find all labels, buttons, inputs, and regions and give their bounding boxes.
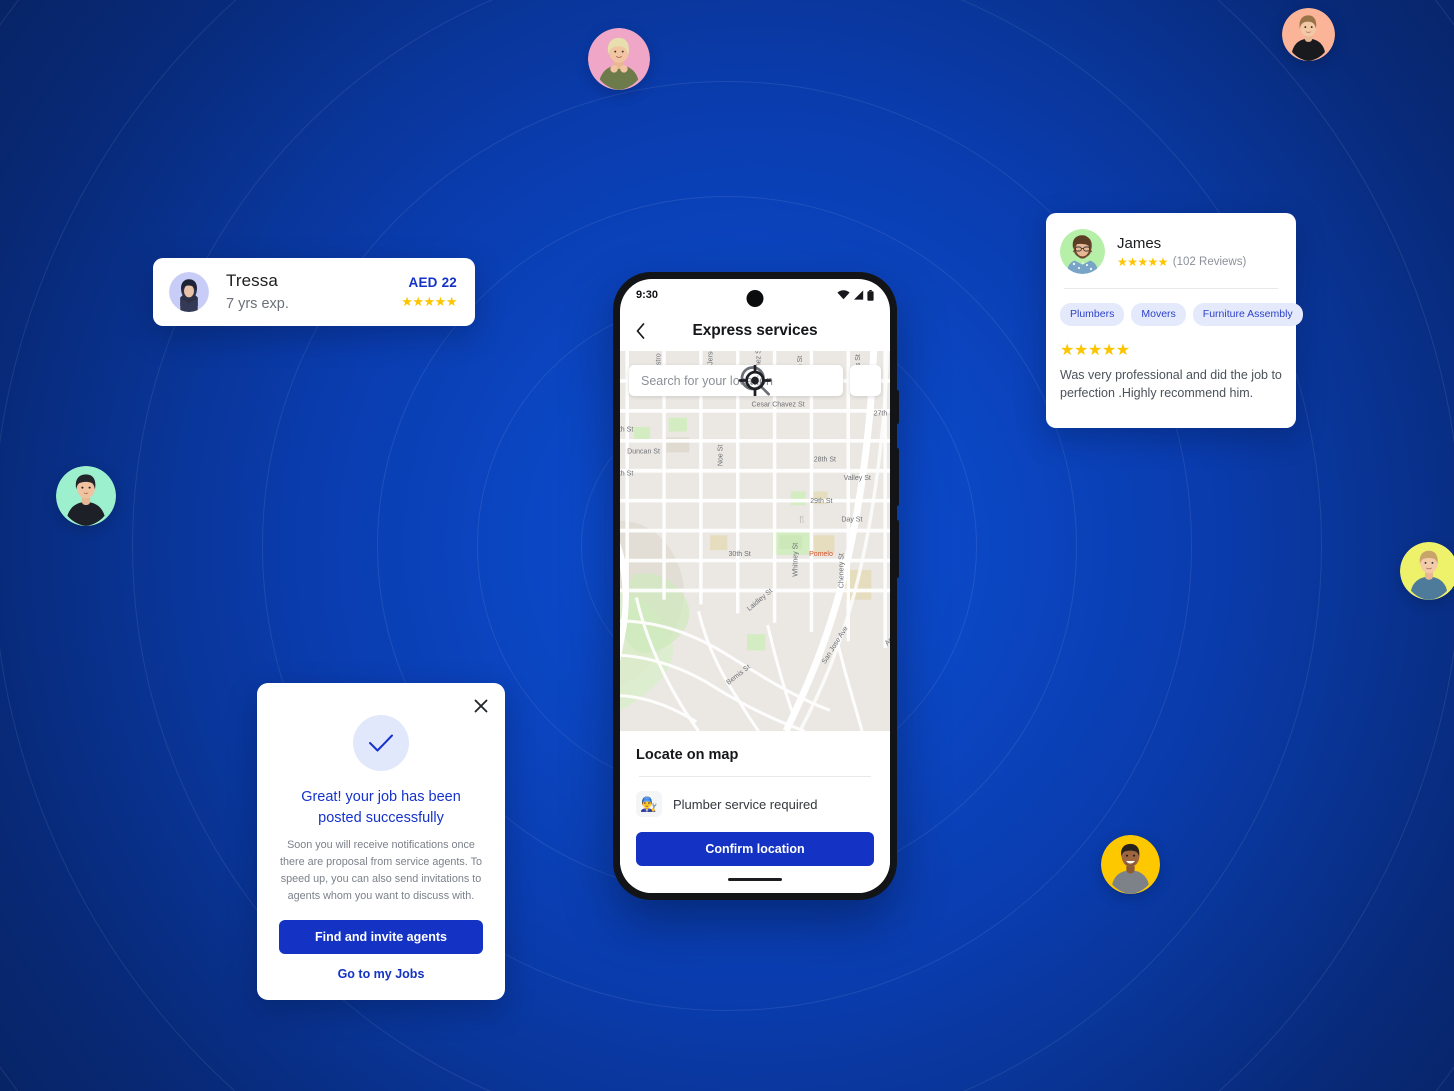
check-icon	[353, 715, 409, 771]
avatar-image	[1101, 835, 1160, 894]
avatar-mid-left	[56, 466, 116, 526]
svg-text:29th St: 29th St	[810, 498, 832, 505]
category-chip[interactable]: Movers	[1131, 303, 1186, 326]
agent-card[interactable]: Tressa 7 yrs exp. AED 22 ★★★★★	[153, 258, 475, 326]
agent-price: AED 22	[408, 274, 457, 290]
reviewer-stars: ★★★★★	[1117, 254, 1168, 269]
status-bar-time: 9:30	[636, 289, 659, 301]
reviewer-review-count: (102 Reviews)	[1172, 255, 1247, 268]
wifi-icon	[837, 290, 850, 300]
divider	[1064, 288, 1278, 289]
map-canvas: h St Jersey St Cesar Chavez St 27th St D…	[620, 351, 890, 731]
svg-text:Cesar Chavez St: Cesar Chavez St	[752, 401, 805, 408]
service-row: 👨‍🔧 Plumber service required	[636, 791, 874, 817]
avatar-right-edge	[1400, 542, 1454, 600]
svg-text:Pomelo: Pomelo	[809, 551, 833, 558]
home-indicator[interactable]	[728, 878, 782, 881]
agent-name: Tressa	[226, 270, 278, 290]
avatar-image	[1400, 542, 1454, 600]
battery-icon	[867, 289, 874, 301]
svg-text:Day St: Day St	[841, 516, 862, 523]
svg-text:27th St: 27th St	[620, 427, 633, 434]
crosshair-icon	[738, 365, 772, 396]
avatar	[169, 272, 209, 312]
svg-text:Duncan St: Duncan St	[627, 448, 660, 455]
bottom-sheet-title: Locate on map	[636, 747, 739, 763]
category-chip[interactable]: Furniture Assembly	[1192, 303, 1303, 326]
svg-text:27th St: 27th St	[874, 410, 890, 417]
reviewer-meta: James ★★★★★ (102 Reviews)	[1117, 234, 1246, 269]
phone-button-volume[interactable]	[895, 448, 899, 506]
agent-stars: ★★★★★	[401, 293, 457, 309]
svg-text:Jersey St: Jersey St	[707, 351, 714, 365]
signal-icon	[854, 290, 864, 300]
locate-me-button[interactable]	[738, 365, 881, 396]
avatar	[1060, 229, 1105, 274]
find-and-invite-agents-button[interactable]: Find and invite agents	[279, 920, 483, 955]
phone-button-mute[interactable]	[895, 390, 899, 424]
svg-text:30th St: 30th St	[729, 551, 751, 558]
avatar-image	[56, 466, 116, 526]
svg-text:Noe St: Noe St	[718, 445, 725, 466]
camera-notch-icon	[746, 290, 764, 307]
agent-experience: 7 yrs exp.	[226, 295, 289, 312]
service-label: Plumber service required	[673, 796, 818, 812]
agent-info: Tressa 7 yrs exp.	[226, 270, 401, 314]
svg-text:28th St: 28th St	[620, 470, 633, 477]
avatar-image	[1282, 8, 1335, 61]
plumber-icon: 👨‍🔧	[636, 791, 662, 817]
reviewer-rating-row: ★★★★★ (102 Reviews)	[1117, 255, 1246, 269]
avatar-top-right	[1282, 8, 1335, 61]
review-stars: ★★★★★	[1060, 342, 1130, 359]
divider	[639, 776, 871, 777]
map-view[interactable]: h St Jersey St Cesar Chavez St 27th St D…	[620, 351, 890, 731]
category-chips: Plumbers Movers Furniture Assembly	[1060, 303, 1303, 326]
review-card-header: James ★★★★★ (102 Reviews)	[1060, 229, 1282, 274]
review-card[interactable]: James ★★★★★ (102 Reviews) Plumbers Movers…	[1046, 213, 1303, 428]
dialog-title: Great! your job has been posted successf…	[301, 789, 461, 826]
svg-text:🍴: 🍴	[798, 514, 807, 523]
go-to-my-jobs-button[interactable]: Go to my Jobs	[279, 967, 483, 981]
success-dialog: Great! your job has been posted successf…	[257, 683, 505, 1000]
svg-text:Whitney St: Whitney St	[793, 543, 800, 577]
svg-text:28th St: 28th St	[814, 457, 836, 464]
home-indicator-wrap	[620, 866, 890, 893]
status-bar-icons	[837, 289, 874, 301]
avatar-image	[588, 28, 650, 90]
close-icon[interactable]	[470, 695, 492, 717]
category-chip[interactable]: Plumbers	[1060, 303, 1125, 326]
avatar-top-center	[588, 28, 650, 90]
close-icon-glyph	[474, 699, 488, 713]
agent-price-rating: AED 22 ★★★★★	[401, 275, 457, 310]
reviewer-name: James	[1117, 235, 1162, 253]
svg-text:Valley St: Valley St	[844, 475, 871, 482]
bottom-sheet: Locate on map 👨‍🔧 Plumber service requir…	[620, 731, 890, 866]
app-promo-canvas: Tressa 7 yrs exp. AED 22 ★★★★★ James ★★★…	[0, 0, 1454, 1091]
review-text: Was very professional and did the job to…	[1060, 368, 1282, 400]
app-bar: Express services	[620, 311, 890, 351]
confirm-location-button[interactable]: Confirm location	[636, 832, 874, 866]
check-icon-glyph	[369, 734, 393, 752]
search-row	[629, 365, 881, 396]
avatar-image	[169, 272, 209, 312]
phone-mockup: 9:30 Express services Cesar Chavez St h …	[613, 272, 899, 900]
phone-button-power[interactable]	[895, 520, 899, 578]
svg-text:Chenery St: Chenery St	[839, 553, 846, 588]
page-title: Express services	[692, 322, 818, 339]
dialog-body: Soon you will receive notifications once…	[279, 839, 483, 903]
phone-screen: 9:30 Express services Cesar Chavez St h …	[620, 279, 890, 893]
avatar-image	[1060, 229, 1105, 274]
avatar-bottom-right	[1101, 835, 1160, 894]
